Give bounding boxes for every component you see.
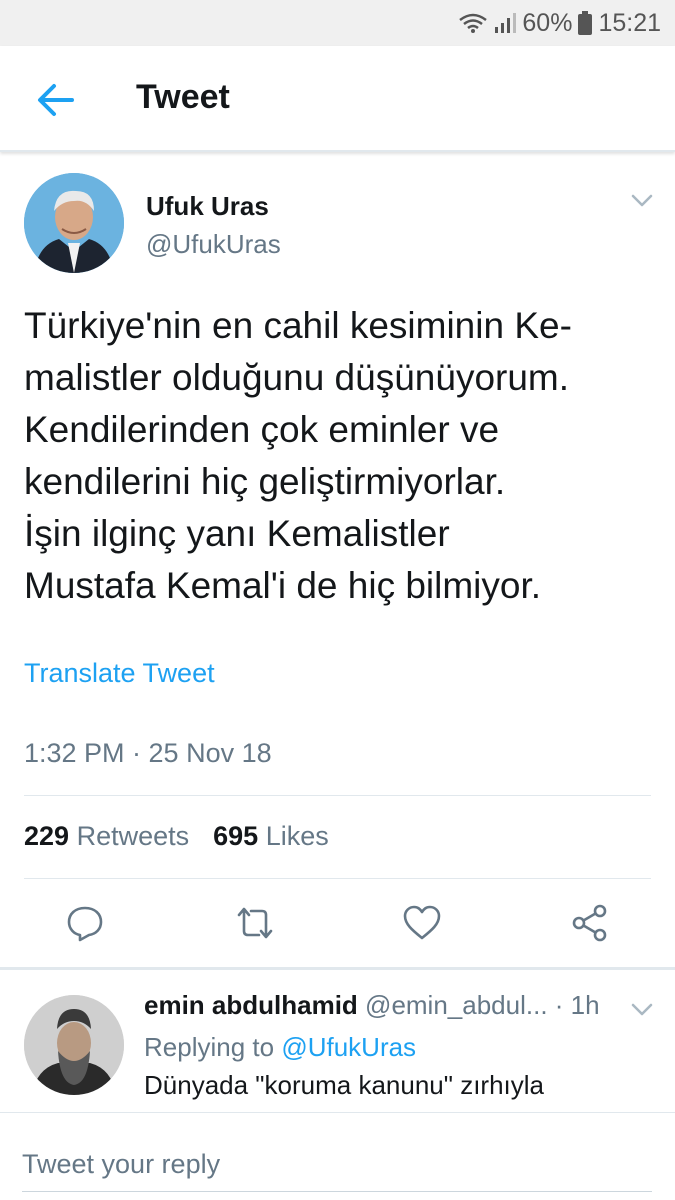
top-bar: Tweet — [0, 46, 675, 152]
replying-prefix: Replying to — [144, 1032, 275, 1062]
reply-compose-bar — [0, 1112, 675, 1200]
reply-icon[interactable] — [65, 903, 105, 943]
wifi-icon — [459, 13, 488, 33]
divider — [24, 795, 651, 796]
tweet-text: Türkiye'nin en cahil kesiminin Ke- malis… — [24, 305, 572, 606]
chevron-down-icon[interactable] — [631, 1003, 653, 1017]
likes-label: Likes — [265, 821, 329, 851]
retweet-icon[interactable] — [235, 903, 275, 943]
section-divider — [0, 967, 675, 970]
arrow-left-icon — [38, 84, 74, 116]
avatar-photo-icon — [24, 173, 124, 273]
back-button[interactable] — [32, 78, 80, 122]
translate-tweet-link[interactable]: Translate Tweet — [24, 658, 215, 689]
likes-stat[interactable]: 695 Likes — [213, 821, 329, 852]
tweet-stats: 229 Retweets 695 Likes — [24, 821, 329, 852]
author-avatar[interactable] — [24, 173, 124, 273]
clock: 15:21 — [598, 8, 661, 37]
status-bar: 60% 15:21 — [0, 0, 675, 46]
share-icon[interactable] — [570, 903, 610, 943]
retweets-label: Retweets — [76, 821, 190, 851]
retweets-stat[interactable]: 229 Retweets — [24, 821, 189, 852]
avatar-portrait-icon — [24, 995, 124, 1095]
replying-to: Replying to @UfukUras — [144, 1032, 416, 1063]
author-name[interactable]: Ufuk Uras — [146, 191, 269, 222]
tweet-timestamp: 1:32 PM · 25 Nov 18 — [24, 738, 272, 768]
reply-input[interactable] — [22, 1141, 652, 1187]
reply-avatar[interactable] — [24, 995, 124, 1095]
reply-header: emin abdulhamid @emin_abdul... · 1h — [144, 990, 600, 1021]
input-underline — [22, 1191, 652, 1192]
like-icon[interactable] — [402, 903, 442, 943]
replying-mention[interactable]: @UfukUras — [281, 1032, 416, 1062]
reply-author-handle[interactable]: @emin_abdul... — [365, 990, 548, 1020]
chevron-down-icon[interactable] — [631, 194, 653, 208]
battery-percent: 60% — [522, 8, 573, 37]
signal-icon — [495, 13, 517, 33]
battery-icon — [578, 11, 593, 35]
page-title: Tweet — [136, 78, 230, 116]
divider — [24, 878, 651, 879]
likes-count: 695 — [213, 821, 259, 851]
reply-time: · 1h — [554, 990, 600, 1020]
reply-text: Dünyada "koruma kanunu" zırhıyla — [144, 1070, 545, 1100]
reply-author-name[interactable]: emin abdulhamid — [144, 990, 358, 1020]
retweets-count: 229 — [24, 821, 70, 851]
author-handle[interactable]: @UfukUras — [146, 229, 281, 260]
